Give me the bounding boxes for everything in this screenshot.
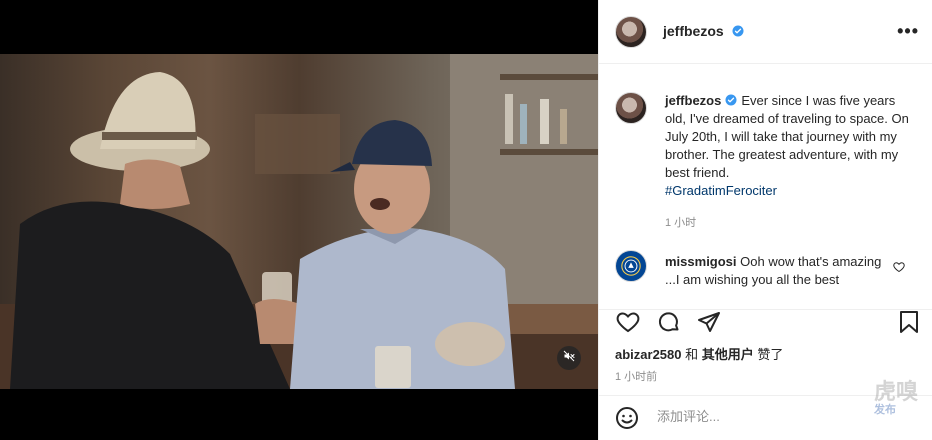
club-crest-icon — [621, 256, 641, 276]
heart-icon — [616, 312, 640, 338]
comment-username[interactable]: missmigosi — [665, 254, 737, 269]
video-frame[interactable] — [0, 54, 598, 389]
watermark-main: 虎嗅 — [874, 379, 919, 404]
caption-hashtag[interactable]: #GradatimFerociter — [665, 183, 777, 198]
likes-suffix: 赞了 — [753, 347, 784, 362]
emoji-button[interactable] — [615, 406, 639, 435]
post-caption: jeffbezos Ever since I was five years ol… — [665, 92, 915, 200]
comments-area: jeffbezos Ever since I was five years ol… — [599, 64, 932, 310]
caption-username[interactable]: jeffbezos — [665, 93, 721, 108]
comment-like-button[interactable] — [893, 260, 905, 278]
author-avatar[interactable] — [615, 16, 647, 48]
speaker-muted-icon — [563, 349, 575, 367]
heart-icon — [893, 260, 905, 277]
commenter-avatar[interactable] — [615, 250, 647, 282]
post-timestamp[interactable]: 1 小时前 — [615, 368, 657, 384]
share-button[interactable] — [697, 310, 721, 339]
post-header: jeffbezos ••• — [599, 0, 932, 64]
verified-badge-icon — [725, 93, 737, 106]
comment-input[interactable] — [655, 408, 909, 425]
watermark: 虎嗅 发布 — [874, 379, 919, 417]
bookmark-icon — [897, 311, 921, 338]
video-player[interactable] — [0, 0, 598, 440]
watermark-sub: 发布 — [874, 404, 896, 416]
like-button[interactable] — [616, 310, 640, 339]
comment-icon — [657, 312, 681, 338]
verified-badge-icon — [732, 24, 744, 37]
post-side-panel: jeffbezos ••• jeffbezos Ever since I was… — [598, 0, 932, 440]
caption-time: 1 小时 — [665, 217, 697, 229]
liker-username[interactable]: abizar2580 — [615, 347, 682, 362]
author-username[interactable]: jeffbezos — [663, 23, 724, 39]
comment-button[interactable] — [657, 310, 681, 339]
likes-others-link[interactable]: 其他用户 — [702, 347, 754, 362]
post-actions — [599, 310, 932, 340]
share-icon — [697, 312, 721, 338]
video-scene — [0, 54, 598, 389]
mute-button[interactable] — [557, 346, 581, 370]
comment-item: missmigosi Ooh wow that's amazing ...I a… — [665, 253, 885, 289]
emoji-icon — [615, 407, 639, 434]
author-name-row: jeffbezos — [663, 23, 744, 41]
caption-avatar[interactable] — [615, 92, 647, 124]
save-button[interactable] — [897, 310, 921, 339]
likes-connector: 和 — [681, 347, 702, 362]
more-options-icon[interactable]: ••• — [897, 22, 919, 40]
likes-summary: abizar2580 和 其他用户 赞了 — [615, 344, 783, 363]
